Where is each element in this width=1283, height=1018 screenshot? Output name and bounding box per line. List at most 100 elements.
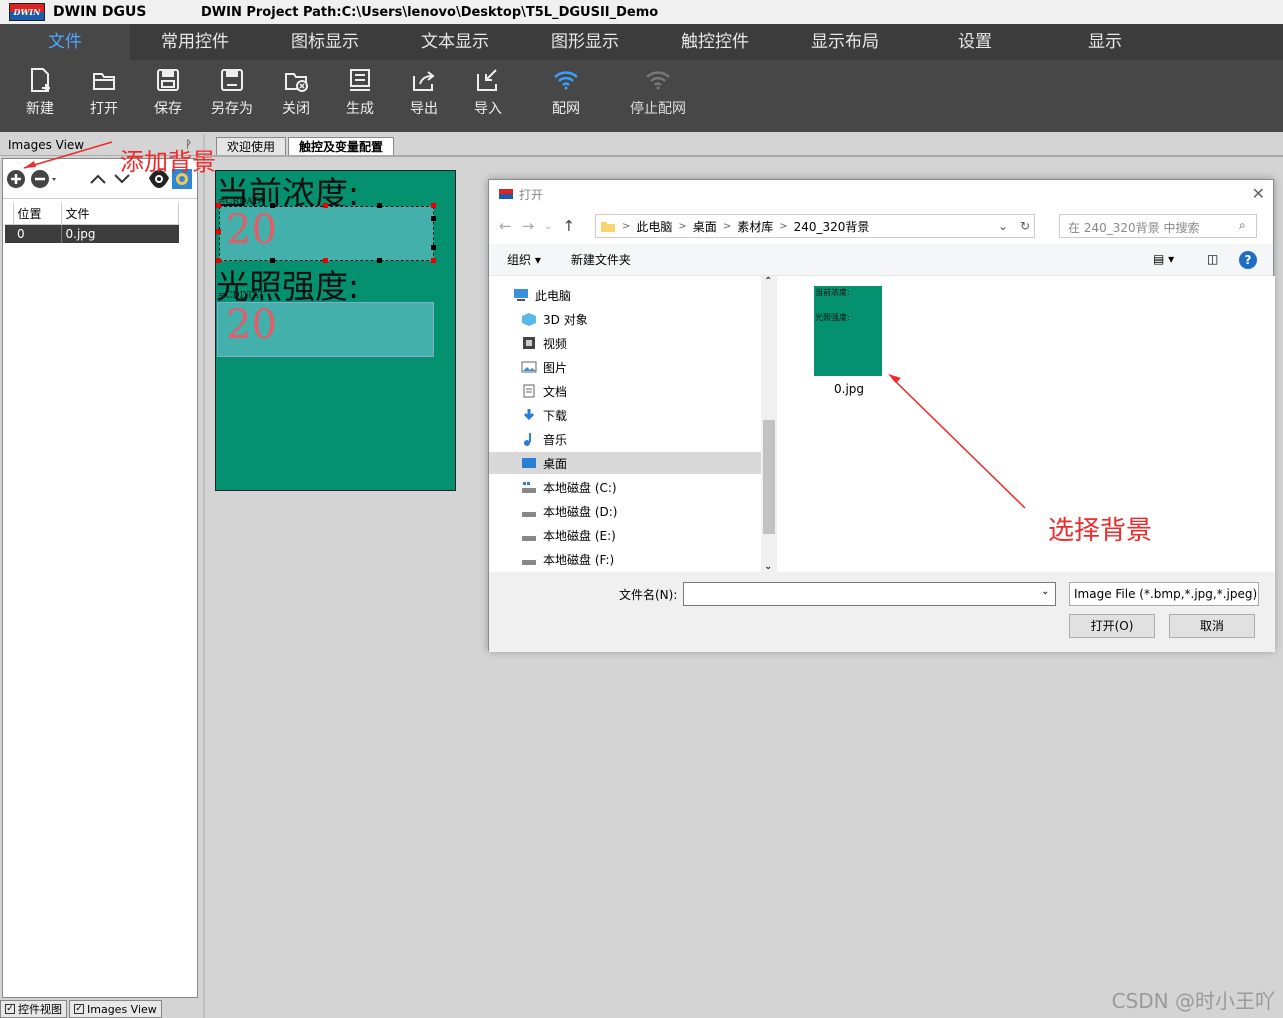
cell-position: 0 [13, 224, 62, 243]
cancel-dialog-button[interactable]: 取消 [1169, 614, 1255, 638]
nav-music[interactable]: 音乐 [521, 428, 769, 450]
import-label: 导入 [474, 101, 502, 117]
pair-network-button[interactable]: 配网 [520, 60, 612, 132]
new-folder-button[interactable]: 新建文件夹 [571, 251, 631, 268]
resize-handle[interactable] [323, 203, 328, 208]
remove-icon [31, 169, 56, 188]
tab-images-view[interactable]: ✓ Images View [69, 1000, 162, 1018]
move-up-button[interactable] [87, 168, 109, 190]
nav-documents[interactable]: 文档 [521, 380, 769, 402]
back-arrow-icon[interactable]: ← [499, 217, 512, 235]
column-file[interactable]: 文件 [61, 203, 179, 225]
nav-3d-objects[interactable]: 3D 对象 [521, 308, 769, 330]
tab-welcome[interactable]: 欢迎使用 [216, 137, 287, 156]
save-as-button[interactable]: 另存为 [200, 60, 264, 132]
nav-downloads[interactable]: 下载 [521, 404, 769, 426]
up-arrow-icon[interactable]: ↑ [563, 217, 576, 235]
menu-tab-settings[interactable]: 设置 [910, 24, 1040, 60]
stop-pair-network-button[interactable]: 停止配网 [612, 60, 704, 132]
nav-videos[interactable]: 视频 [521, 332, 769, 354]
filename-dropdown-icon[interactable]: ⌄ [1041, 586, 1049, 597]
recent-chevron-icon[interactable]: ⌄ [544, 221, 552, 232]
view-options-icon[interactable]: ▤ ▾ [1153, 252, 1174, 266]
dialog-close-icon[interactable]: ✕ [1252, 184, 1265, 203]
help-icon[interactable]: ? [1239, 251, 1257, 269]
menu-tab-display[interactable]: 显示 [1040, 24, 1170, 60]
generate-button[interactable]: 生成 [328, 60, 392, 132]
menu-tab-file[interactable]: 文件 [0, 24, 130, 60]
new-file-icon [31, 68, 50, 92]
resize-handle[interactable] [216, 203, 221, 208]
close-file-icon [285, 73, 308, 92]
add-image-button[interactable] [5, 168, 27, 190]
menu-tab-display-layout[interactable]: 显示布局 [780, 24, 910, 60]
menu-tab-graphic-display[interactable]: 图形显示 [520, 24, 650, 60]
images-view-panel: Images View ᚹ 位置 文件 0 0.jpg ✓ 控件视图 ✓ Ima… [0, 134, 200, 1018]
wifi-icon [554, 71, 578, 90]
nav-scrollbar[interactable]: ⌃ ⌄ [761, 276, 777, 572]
export-label: 导出 [410, 101, 438, 117]
export-button[interactable]: 导出 [392, 60, 456, 132]
file-type-select[interactable]: Image File (*.bmp,*.jpg,*.jpeg) [1069, 582, 1259, 606]
search-input[interactable]: 在 240_320背景 中搜索 [1059, 214, 1257, 238]
breadcrumb-desktop[interactable]: 桌面 [693, 218, 717, 235]
open-dialog-button[interactable]: 打开(O) [1069, 614, 1155, 638]
drive-icon [522, 512, 536, 517]
close-button[interactable]: 关闭 [264, 60, 328, 132]
open-button[interactable]: 打开 [72, 60, 136, 132]
nav-desktop[interactable]: 桌面 [489, 452, 761, 474]
new-button[interactable]: 新建 [8, 60, 72, 132]
open-file-dialog: 打开 ✕ ← → ⌄ ↑ > 此电脑 > 桌面 > 素材库 > 240_320背景 ⌄… [488, 179, 1275, 652]
organize-button[interactable]: 组织 ▾ [507, 251, 541, 268]
breadcrumb-this-pc[interactable]: 此电脑 [636, 218, 672, 235]
tab-touch-variable-config[interactable]: 触控及变量配置 [288, 137, 395, 156]
nav-pictures[interactable]: 图片 [521, 356, 769, 378]
preview-pane-icon[interactable]: ◫ [1207, 252, 1218, 266]
menu-tab-icon-display[interactable]: 图标显示 [260, 24, 390, 60]
value-light-intensity: 20 [226, 302, 277, 348]
resize-handle[interactable] [431, 258, 436, 263]
menu-tab-touch-controls[interactable]: 触控控件 [650, 24, 780, 60]
nav-drive-e[interactable]: 本地磁盘 (E:) [521, 524, 769, 546]
resize-handle[interactable] [270, 203, 275, 208]
computer-icon [514, 289, 528, 301]
breadcrumb-assets[interactable]: 素材库 [737, 218, 773, 235]
nav-this-pc[interactable]: 此电脑 [513, 284, 761, 306]
menu-tab-common-controls[interactable]: 常用控件 [130, 24, 260, 60]
address-box[interactable]: > 此电脑 > 桌面 > 素材库 > 240_320背景 ⌄ ↻ [595, 214, 1035, 238]
checkbox-icon: ✓ [74, 1004, 84, 1014]
resize-handle[interactable] [431, 245, 436, 250]
breadcrumb-current-folder[interactable]: 240_320背景 [794, 218, 870, 235]
images-view-content: 位置 文件 0 0.jpg [2, 158, 198, 998]
table-row[interactable]: 0 0.jpg [5, 224, 179, 243]
resize-handle[interactable] [377, 203, 382, 208]
nav-drive-f[interactable]: 本地磁盘 (F:) [521, 548, 769, 570]
file-name-label[interactable]: 0.jpg [834, 382, 864, 396]
file-thumbnail[interactable]: 当前浓度: 光照强度: [814, 286, 882, 376]
scroll-down-icon[interactable]: ⌄ [764, 561, 772, 572]
resize-handle[interactable] [431, 203, 436, 208]
generate-label: 生成 [346, 101, 374, 117]
import-button[interactable]: 导入 [456, 60, 520, 132]
resize-handle[interactable] [377, 258, 382, 263]
filename-input[interactable] [683, 582, 1056, 606]
stop-pair-network-label: 停止配网 [630, 101, 686, 117]
tab-control-view[interactable]: ✓ 控件视图 [0, 1000, 67, 1018]
address-dropdown-icon[interactable]: ⌄ [998, 219, 1008, 233]
close-label: 关闭 [282, 101, 310, 117]
refresh-icon[interactable]: ↻ [1020, 219, 1030, 233]
save-button[interactable]: 保存 [136, 60, 200, 132]
remove-image-button[interactable] [29, 168, 59, 190]
scroll-up-icon[interactable]: ⌃ [764, 276, 772, 287]
nav-drive-c[interactable]: 本地磁盘 (C:) [521, 476, 769, 498]
forward-arrow-icon[interactable]: → [522, 217, 535, 235]
resize-handle[interactable] [431, 216, 436, 221]
splitter[interactable] [203, 134, 205, 1018]
screen-canvas[interactable]: 当前浓度: =CRDATA 20 光照强度: =CDDTAT 20 [215, 170, 456, 491]
scroll-thumb[interactable] [763, 420, 775, 534]
resize-handle[interactable] [216, 229, 221, 234]
nav-drive-d[interactable]: 本地磁盘 (D:) [521, 500, 769, 522]
menu-tab-text-display[interactable]: 文本显示 [390, 24, 520, 60]
column-position[interactable]: 位置 [13, 203, 62, 225]
filename-label: 文件名(N): [619, 588, 678, 602]
